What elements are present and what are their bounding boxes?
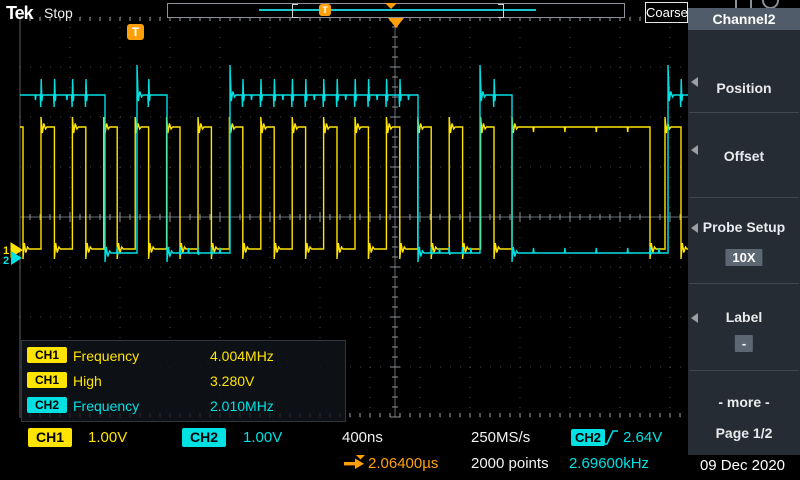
coarse-indicator: Coarse: [645, 2, 688, 23]
measurement-label: Frequency: [73, 348, 139, 364]
oscilloscope-screen: 12 Tek Stop T Coarse T CH1 Frequency 4.0…: [0, 0, 800, 480]
date-display: 09 Dec 2020: [690, 457, 795, 474]
timebase-value: 400ns: [342, 429, 383, 446]
measurement-value: 4.004MHz: [210, 348, 274, 364]
ch2-marker-label: 2: [3, 255, 9, 267]
measurement-value: 3.280V: [210, 373, 254, 389]
ch1-scale-badge[interactable]: CH1: [28, 428, 72, 447]
menu-item-offset[interactable]: Offset: [688, 112, 800, 197]
menu-item-more[interactable]: - more - Page 1/2: [688, 370, 800, 455]
measurement-label: High: [73, 373, 102, 389]
ch1-scale-value: 1.00V: [88, 429, 127, 446]
measurement-label: Frequency: [73, 398, 139, 414]
probe-attenuation-value[interactable]: 10X: [725, 249, 762, 266]
trigger-position-marker-icon: [385, 3, 397, 9]
record-view-bar: T: [167, 3, 625, 18]
rising-edge-icon: [600, 428, 620, 447]
menu-item-label[interactable]: Label -: [688, 283, 800, 370]
ch2-waveform: [20, 65, 688, 262]
measurement-row: CH1 Frequency 4.004MHz: [22, 347, 345, 369]
tek-logo: Tek: [6, 3, 33, 24]
ch1-badge: CH1: [27, 347, 67, 363]
channel-label-value[interactable]: -: [735, 335, 753, 352]
measurement-value: 2.010MHz: [210, 398, 274, 414]
trigger-t-badge-icon: T: [127, 24, 144, 40]
trigger-time-badge-icon: T: [319, 4, 331, 16]
ch2-scale-badge[interactable]: CH2: [182, 428, 226, 447]
menu-item-position[interactable]: Position: [688, 30, 800, 112]
ch1-badge: CH1: [27, 372, 67, 388]
acquisition-status: Stop: [44, 5, 73, 21]
ch2-badge: CH2: [27, 397, 67, 413]
page-indicator: Page 1/2: [688, 425, 800, 441]
delay-arrow-icon: [343, 455, 366, 470]
record-waveform-line: [259, 9, 536, 11]
measurement-readout: CH1 Frequency 4.004MHz CH1 High 3.280V C…: [21, 340, 346, 422]
sample-rate-value: 250MS/s: [471, 429, 530, 446]
trigger-level-value: 2.64V: [623, 429, 662, 446]
menu-item-probe-setup[interactable]: Probe Setup 10X: [688, 197, 800, 283]
trigger-frequency-value: 2.69600kHz: [569, 455, 649, 472]
window-bracket-right-icon: [498, 4, 504, 18]
ch2-scale-value: 1.00V: [243, 429, 282, 446]
measurement-row: CH2 Frequency 2.010MHz: [22, 397, 345, 419]
channel2-menu: Channel2 Position Offset Probe Setup 10X…: [688, 8, 800, 455]
record-length-value: 2000 points: [471, 455, 549, 472]
horizontal-delay-value: 2.06400µs: [368, 455, 438, 472]
measurement-row: CH1 High 3.280V: [22, 372, 345, 394]
window-bracket-left-icon: [292, 4, 298, 18]
menu-title: Channel2: [688, 8, 800, 30]
trigger-position-icon: [388, 18, 404, 28]
